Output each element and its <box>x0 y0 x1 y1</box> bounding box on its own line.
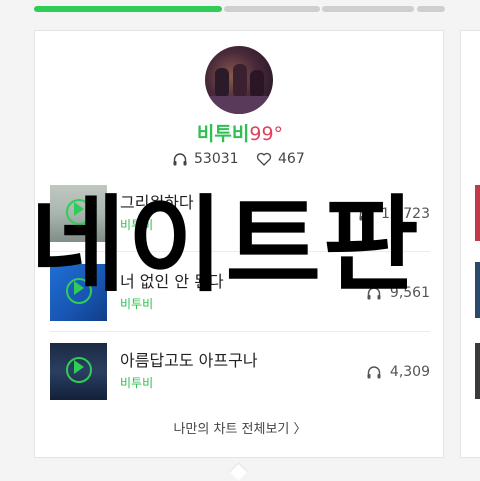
card-pointer <box>229 462 248 481</box>
track-artist[interactable]: 비투비 <box>120 375 153 391</box>
progress-segment <box>224 6 320 12</box>
progress-segment <box>417 6 445 12</box>
artist-avatar[interactable] <box>205 46 273 114</box>
divider <box>50 331 430 332</box>
artist-heading: 비투비99° <box>0 120 480 148</box>
headphone-icon <box>367 366 381 379</box>
album-cover[interactable] <box>50 343 107 400</box>
watermark-overlay: 네이트판 <box>30 184 421 306</box>
story-progress <box>34 6 445 12</box>
view-full-chart-link[interactable]: 나만의 차트 전체보기 〉 <box>0 421 480 439</box>
heart-icon[interactable] <box>256 151 272 167</box>
track-title: 아름답고도 아프구나 <box>120 351 258 370</box>
track-row[interactable]: 아름답고도 아프구나 비투비 4,309 <box>50 343 430 401</box>
like-count: 467 <box>278 151 305 167</box>
artist-temperature: 99° <box>249 123 284 145</box>
next-card-thumb <box>475 185 480 241</box>
next-card-thumb <box>475 262 480 318</box>
artist-name[interactable]: 비투비 <box>197 123 249 145</box>
play-count: 53031 <box>194 151 239 167</box>
track-play-count: 4,309 <box>389 364 430 380</box>
progress-segment-active <box>34 6 222 12</box>
headphone-icon <box>173 153 187 166</box>
next-card-thumb <box>475 343 480 399</box>
progress-segment <box>322 6 414 12</box>
